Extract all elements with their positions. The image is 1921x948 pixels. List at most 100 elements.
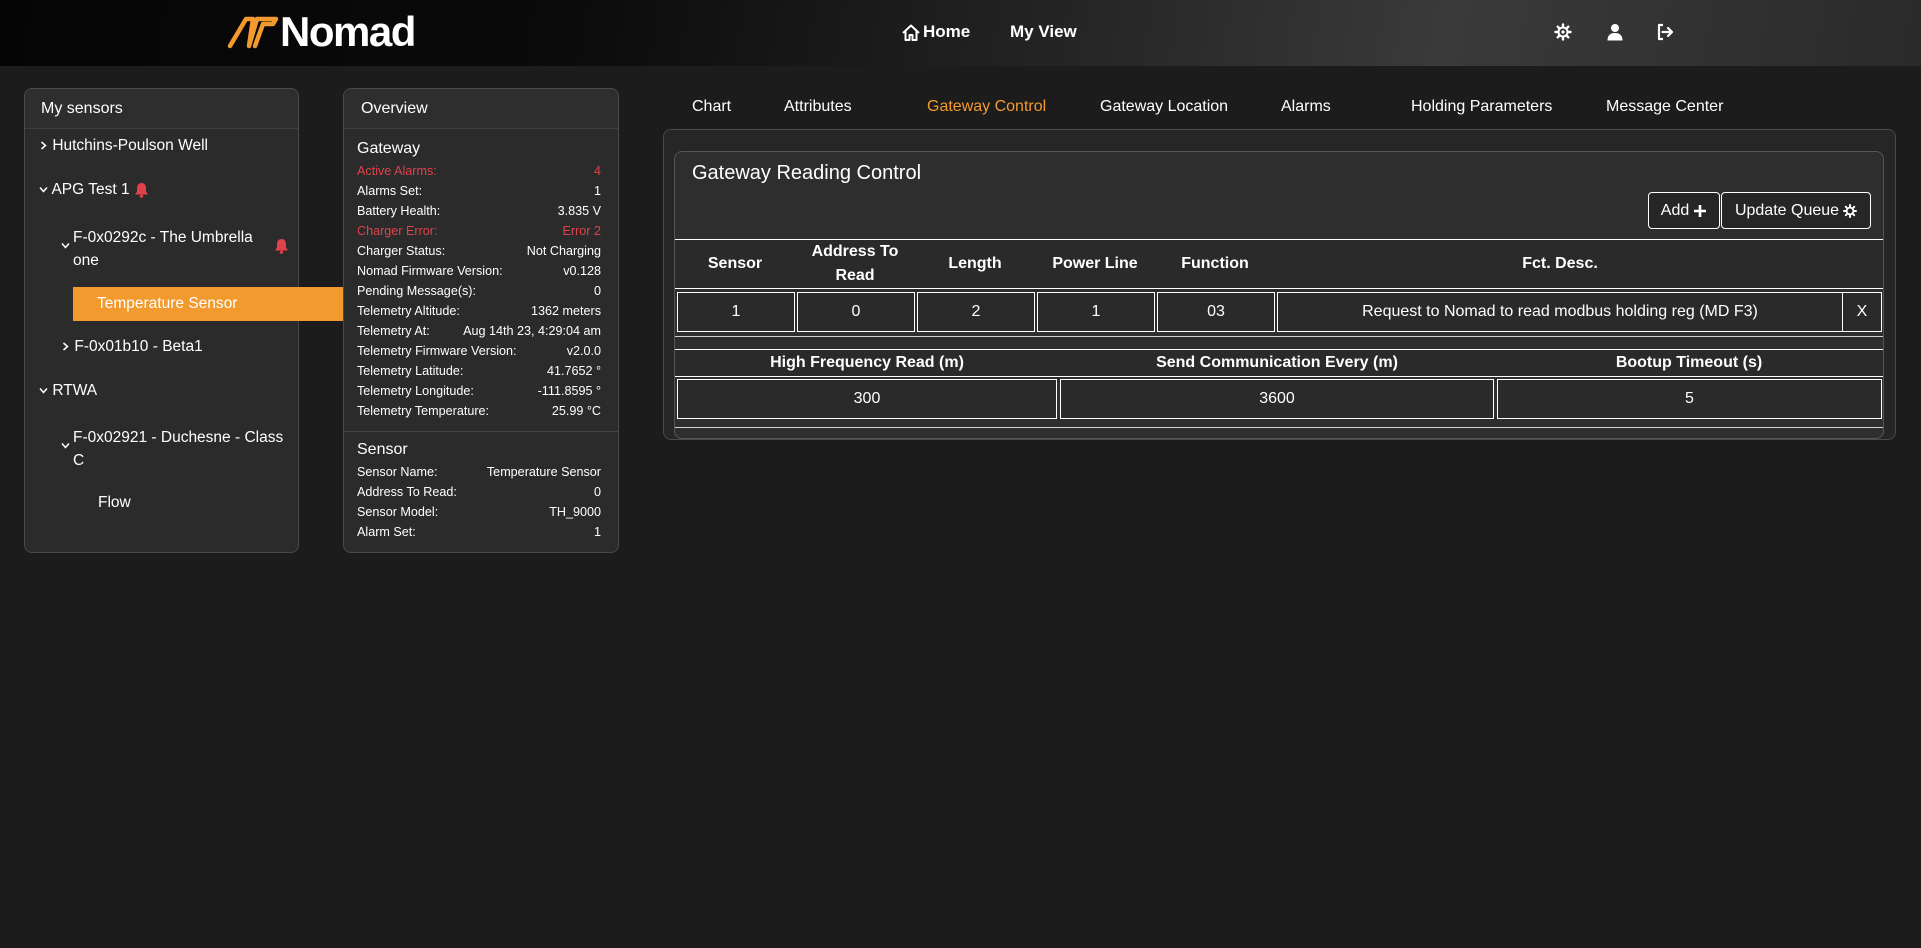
chevron-down-icon [61, 443, 70, 449]
ov-row-active-alarms: Active Alarms: 4 [357, 164, 601, 178]
nav-home-label: Home [923, 22, 971, 41]
tree-item-label: Hutchins-Poulson Well [52, 137, 208, 154]
cell-address: 0 [797, 292, 915, 332]
nav-my-view[interactable]: My View [1010, 22, 1077, 42]
user-icon [1607, 24, 1623, 41]
chevron-down-icon [39, 388, 48, 394]
th-bootup-timeout: Bootup Timeout (s) [1615, 354, 1763, 371]
ov-row-nomad-firmware: Nomad Firmware Version: v0.128 [357, 264, 601, 278]
tab-alarms[interactable]: Alarms [1281, 98, 1331, 116]
tree-item-label: APG Test 1 [51, 181, 130, 198]
row-divider [675, 336, 1883, 337]
cell-power-line: 1 [1037, 292, 1155, 332]
ov-row-sensor-name: Sensor Name: Temperature Sensor [357, 465, 601, 479]
tab-attributes[interactable]: Attributes [784, 98, 852, 116]
chevron-right-icon [41, 141, 47, 150]
card-bottom-divider [675, 427, 1883, 428]
brand-name: Nomad [280, 8, 416, 55]
cell-sensor: 1 [677, 292, 795, 332]
overview-panel: Overview Gateway Active Alarms: 4 Alarms … [343, 88, 619, 553]
update-queue-label: Update Queue [1734, 201, 1840, 219]
tree-item-flow[interactable]: Flow [98, 494, 131, 512]
tree-item-f-0x02921[interactable]: F-0x02921 - Duchesne - Class C [61, 426, 291, 472]
ov-row-address-to-read: Address To Read: 0 [357, 485, 601, 499]
ov-row-telemetry-altitude: Telemetry Altitude: 1362 meters [357, 304, 601, 318]
ov-row-telemetry-at: Telemetry At: Aug 14th 23, 4:29:04 am [357, 324, 601, 338]
gear-icon [1843, 203, 1858, 218]
ov-row-telemetry-latitude: Telemetry Latitude: 41.7652 ° [357, 364, 601, 378]
th-send-communication-every: Send Communication Every (m) [1156, 354, 1398, 371]
cell-fct-desc: Request to Nomad to read modbus holding … [1277, 292, 1843, 332]
tree-item-label-line2: one [73, 252, 99, 269]
logout-button[interactable] [1653, 20, 1677, 44]
tree-item-f-0x0292c[interactable]: F-0x0292c - The Umbrella one [61, 226, 291, 272]
alarm-bell-icon [135, 183, 148, 198]
ov-row-charger-error: Charger Error: Error 2 [357, 224, 601, 238]
gateway-section-title: Gateway [357, 140, 421, 157]
add-button-label: Add [1660, 201, 1690, 219]
top-navbar: Nomad Home My View [0, 0, 1921, 66]
user-button[interactable] [1603, 20, 1627, 44]
ov-row-telemetry-longitude: Telemetry Longitude: -111.8595 ° [357, 384, 601, 398]
nav-my-view-label: My View [1010, 22, 1077, 41]
chevron-down-icon [61, 243, 70, 249]
cell-length: 2 [917, 292, 1035, 332]
ov-row-sensor-model: Sensor Model: TH_9000 [357, 505, 601, 519]
add-button[interactable]: Add [1648, 192, 1720, 229]
update-queue-button[interactable]: Update Queue [1721, 192, 1871, 229]
nomad-logo-icon [227, 16, 279, 49]
nav-home[interactable]: Home [902, 22, 970, 42]
ov-row-pending-messages: Pending Message(s): 0 [357, 284, 601, 298]
tree-item-label-line1: F-0x02921 - Duchesne - Class [73, 429, 284, 446]
th-address-to-read: Address To Read [811, 243, 899, 284]
tree-item-f-0x01b10[interactable]: F-0x01b10 - Beta1 [61, 338, 203, 356]
nomad-logo[interactable]: Nomad [227, 8, 416, 55]
chevron-down-icon [39, 187, 48, 193]
ov-row-telemetry-temperature: Telemetry Temperature: 25.99 °C [357, 404, 601, 418]
th-sensor: Sensor [707, 255, 763, 272]
tree-item-label: Temperature Sensor [97, 295, 238, 312]
timing-header: High Frequency Read (m) Send Communicati… [675, 349, 1883, 377]
cell-function: 03 [1157, 292, 1275, 332]
ov-row-alarms-set: Alarms Set: 1 [357, 184, 601, 198]
tree-item-rtwa[interactable]: RTWA [39, 382, 97, 400]
overview-divider [344, 431, 618, 432]
tree-item-label-line2: C [73, 452, 85, 469]
my-sensors-title: My sensors [25, 89, 298, 129]
table-header: Sensor Address To Read Length Power Line… [675, 239, 1883, 289]
logout-icon [1657, 23, 1674, 41]
tab-holding-parameters[interactable]: Holding Parameters [1411, 98, 1552, 116]
sensor-section-title: Sensor [357, 441, 408, 458]
bootup-timeout-input[interactable]: 5 [1497, 379, 1882, 419]
tree-item-apg-test-1[interactable]: APG Test 1 [39, 181, 130, 199]
alarm-bell-icon [275, 239, 288, 254]
tree-item-label: F-0x01b10 - Beta1 [74, 338, 203, 355]
tree-item-label-line1: F-0x0292c - The Umbrella [73, 229, 253, 246]
th-length: Length [948, 255, 1002, 272]
tab-gateway-location[interactable]: Gateway Location [1100, 98, 1228, 116]
tree-item-hutchins-poulson-well[interactable]: Hutchins-Poulson Well [39, 137, 208, 155]
tree-item-label: RTWA [52, 382, 98, 399]
gateway-reading-control-card: Gateway Reading Control Add Update Queue… [674, 151, 1884, 439]
ov-row-telemetry-firmware: Telemetry Firmware Version: v2.0.0 [357, 344, 601, 358]
tree-item-label: Flow [98, 494, 131, 511]
ov-row-charger-status: Charger Status: Not Charging [357, 244, 601, 258]
th-high-frequency-read: High Frequency Read (m) [770, 354, 964, 371]
th-power-line: Power Line [1052, 255, 1138, 272]
card-title: Gateway Reading Control [692, 162, 922, 184]
plus-icon [1694, 204, 1707, 217]
chevron-right-icon [63, 342, 69, 351]
settings-button[interactable] [1551, 20, 1575, 44]
tab-message-center[interactable]: Message Center [1606, 98, 1723, 116]
overview-title: Overview [344, 89, 618, 129]
tree-item-temperature-sensor[interactable]: Temperature Sensor [73, 287, 347, 321]
tab-chart[interactable]: Chart [692, 98, 731, 116]
th-function: Function [1181, 255, 1249, 272]
send-communication-every-input[interactable]: 3600 [1060, 379, 1494, 419]
tab-gateway-control[interactable]: Gateway Control [927, 98, 1046, 116]
high-frequency-read-input[interactable]: 300 [677, 379, 1057, 419]
delete-row-button[interactable]: X [1842, 292, 1882, 332]
ov-row-battery-health: Battery Health: 3.835 V [357, 204, 601, 218]
settings-gear-icon [1554, 23, 1572, 41]
home-icon [902, 24, 920, 41]
